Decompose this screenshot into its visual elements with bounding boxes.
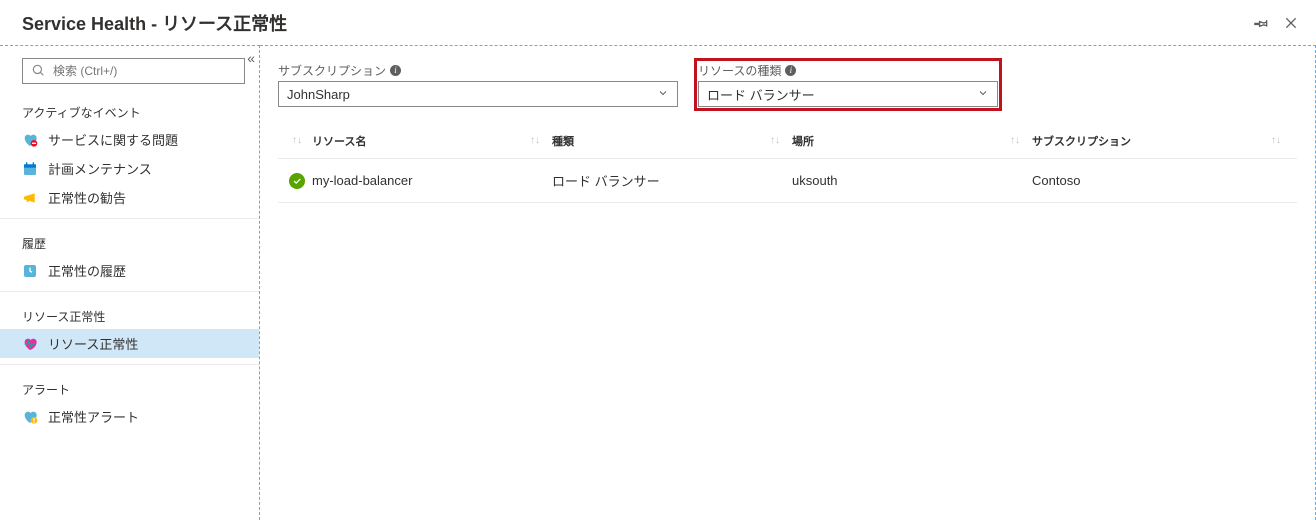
collapse-sidebar-button[interactable]: « bbox=[247, 50, 251, 66]
nav-section-alerts: アラート bbox=[0, 371, 259, 402]
nav-item-health-alerts[interactable]: 正常性アラート bbox=[0, 402, 259, 431]
search-input[interactable] bbox=[51, 63, 236, 79]
nav-item-label: サービスに関する問題 bbox=[48, 130, 178, 149]
sidebar: « アクティブなイベント サービスに関する問題 bbox=[0, 45, 260, 520]
table-row[interactable]: my-load-balancer ロード バランサー uksouth Conto… bbox=[278, 159, 1297, 203]
resource-type-filter-label: リソースの種類 bbox=[698, 62, 781, 79]
nav-section-active-events: アクティブなイベント bbox=[0, 94, 259, 125]
sort-icon[interactable]: ↑↓ bbox=[530, 135, 552, 146]
heart-alert-icon bbox=[22, 409, 38, 425]
resource-type-dropdown-value: ロード バランサー bbox=[707, 85, 815, 104]
search-icon bbox=[31, 63, 51, 80]
nav-item-label: 正常性の履歴 bbox=[48, 261, 126, 280]
pin-button[interactable] bbox=[1252, 14, 1270, 32]
resource-type-dropdown[interactable]: ロード バランサー bbox=[698, 81, 998, 107]
nav-item-label: 計画メンテナンス bbox=[48, 159, 152, 178]
info-icon[interactable]: i bbox=[785, 65, 796, 76]
page-title: Service Health - リソース正常性 bbox=[22, 10, 1252, 36]
cell-resource-name: my-load-balancer bbox=[312, 173, 552, 188]
sort-icon[interactable]: ↑↓ bbox=[770, 135, 792, 146]
subscription-filter: サブスクリプション i JohnSharp bbox=[278, 62, 678, 107]
cell-subscription: Contoso bbox=[1032, 173, 1293, 188]
table-header-row: ↑↓ リソース名 ↑↓ 種類 ↑↓ 場所 ↑↓ サブスク bbox=[278, 123, 1297, 159]
resources-table: ↑↓ リソース名 ↑↓ 種類 ↑↓ 場所 ↑↓ サブスク bbox=[278, 123, 1297, 203]
column-header-type[interactable]: 種類 ↑↓ bbox=[552, 133, 792, 149]
column-header-subscription[interactable]: サブスクリプション ↑↓ bbox=[1032, 133, 1293, 149]
nav-item-service-issues[interactable]: サービスに関する問題 bbox=[0, 125, 259, 154]
megaphone-icon bbox=[22, 190, 38, 206]
nav-section-history: 履歴 bbox=[0, 225, 259, 256]
nav-item-health-advisories[interactable]: 正常性の勧告 bbox=[0, 183, 259, 212]
sort-icon[interactable]: ↑↓ bbox=[1271, 135, 1293, 146]
chevron-down-icon bbox=[657, 87, 669, 102]
resource-type-filter: リソースの種類 i ロード バランサー bbox=[698, 62, 998, 107]
nav-item-resource-health[interactable]: リソース正常性 bbox=[0, 329, 259, 358]
column-header-name[interactable]: リソース名 ↑↓ bbox=[312, 133, 552, 149]
subscription-dropdown-value: JohnSharp bbox=[287, 87, 350, 102]
status-healthy-icon bbox=[289, 173, 305, 189]
cell-location: uksouth bbox=[792, 173, 1032, 188]
subscription-dropdown[interactable]: JohnSharp bbox=[278, 81, 678, 107]
chevron-down-icon bbox=[977, 87, 989, 102]
sort-icon[interactable]: ↑↓ bbox=[292, 137, 302, 145]
calendar-icon bbox=[22, 161, 38, 177]
nav-item-label: 正常性の勧告 bbox=[48, 188, 126, 207]
info-icon[interactable]: i bbox=[390, 65, 401, 76]
heart-issue-icon bbox=[22, 132, 38, 148]
nav-section-resource-health: リソース正常性 bbox=[0, 298, 259, 329]
history-icon bbox=[22, 263, 38, 279]
search-input-wrapper[interactable] bbox=[22, 58, 245, 84]
main-panel: サブスクリプション i JohnSharp リソースの種類 i bbox=[260, 45, 1316, 520]
cell-resource-type: ロード バランサー bbox=[552, 171, 792, 190]
nav-item-label: 正常性アラート bbox=[48, 407, 139, 426]
nav-item-planned-maintenance[interactable]: 計画メンテナンス bbox=[0, 154, 259, 183]
heartbeat-icon bbox=[22, 336, 38, 352]
nav-item-health-history[interactable]: 正常性の履歴 bbox=[0, 256, 259, 285]
column-header-location[interactable]: 場所 ↑↓ bbox=[792, 133, 1032, 149]
subscription-filter-label: サブスクリプション bbox=[278, 62, 386, 79]
sort-icon[interactable]: ↑↓ bbox=[1010, 135, 1032, 146]
nav-item-label: リソース正常性 bbox=[48, 334, 138, 353]
close-button[interactable] bbox=[1282, 14, 1300, 32]
